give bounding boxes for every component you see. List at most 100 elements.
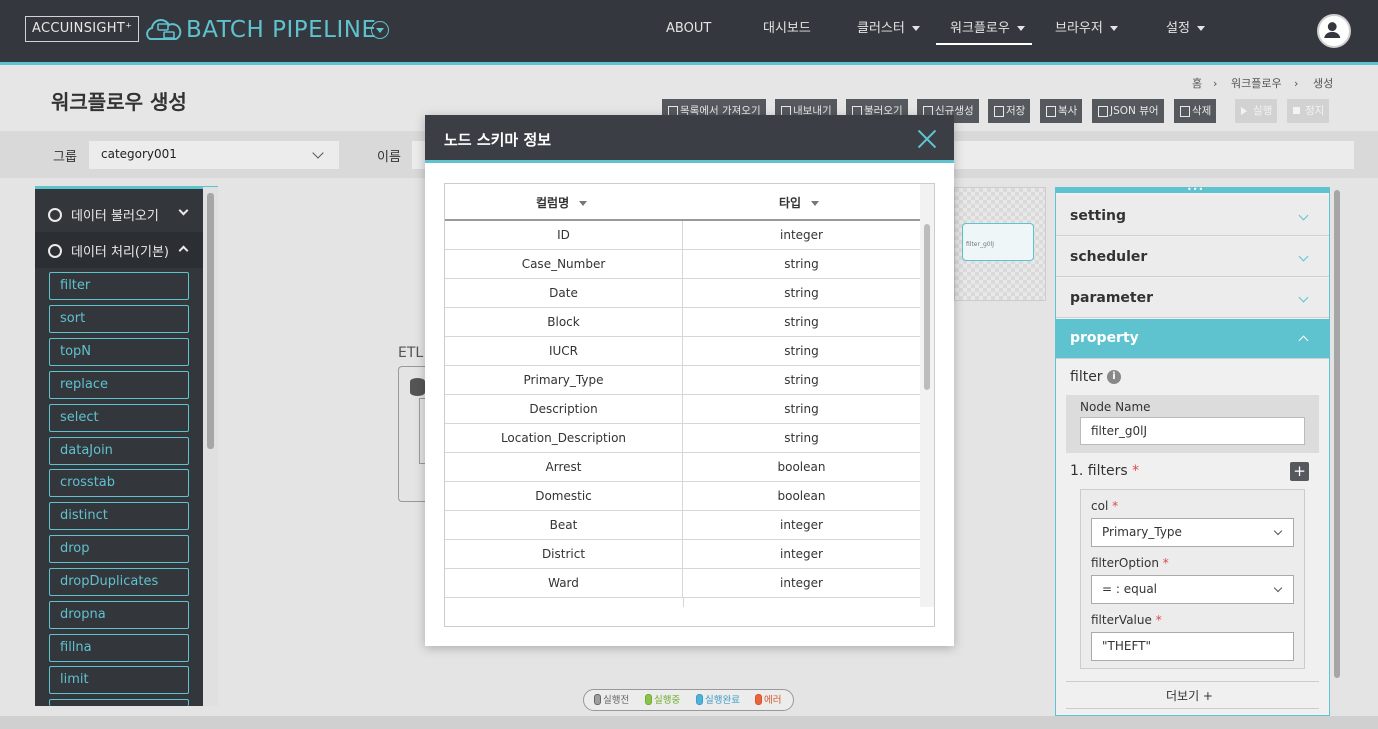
delete-button[interactable]: 삭제 xyxy=(1174,99,1217,123)
app-switch-chevron-icon[interactable] xyxy=(371,21,389,39)
palette-scrollbar-thumb[interactable] xyxy=(207,193,214,449)
column-header-type[interactable]: 타입 xyxy=(779,194,820,211)
palette-section-label: 데이터 처리(기본) xyxy=(71,245,169,260)
column-header-name[interactable]: 컬럼명 xyxy=(536,194,588,211)
palette-item-select[interactable]: select xyxy=(49,404,189,432)
table-row[interactable]: District integer xyxy=(445,540,920,569)
column-header-type-label: 타입 xyxy=(779,196,802,210)
nav-browser[interactable]: 브라우저 xyxy=(1055,20,1118,38)
table-cell-type: string xyxy=(784,344,819,358)
nav-settings[interactable]: 설정 xyxy=(1166,20,1205,38)
table-row[interactable]: Ward integer xyxy=(445,569,920,598)
table-cell-type: string xyxy=(784,402,819,416)
palette-item-limit[interactable]: limit xyxy=(49,666,189,694)
table-cell-type: boolean xyxy=(777,489,826,503)
palette-section-data-load[interactable]: 데이터 불러오기 xyxy=(48,205,159,224)
palette-item-partial[interactable] xyxy=(49,699,189,706)
caret-down-icon xyxy=(911,26,920,31)
json-viewer-button[interactable]: JSON 뷰어 xyxy=(1092,99,1164,123)
table-cell-type: integer xyxy=(780,576,823,590)
info-icon[interactable]: i xyxy=(1107,370,1121,384)
table-cell-column-name: Location_Description xyxy=(445,424,683,453)
table-cell-column-name: Date xyxy=(445,279,683,308)
palette-section-data-process[interactable]: 데이터 처리(기본) xyxy=(48,241,169,260)
close-icon[interactable] xyxy=(917,129,937,149)
nav-about[interactable]: ABOUT xyxy=(666,20,711,38)
table-row[interactable]: Location_Description string xyxy=(445,424,920,453)
add-filter-button[interactable]: + xyxy=(1290,462,1309,481)
user-avatar-icon[interactable] xyxy=(1317,14,1351,48)
palette-item-sort[interactable]: sort xyxy=(49,305,189,333)
column-header-name-label: 컬럼명 xyxy=(536,196,570,210)
pipeline-logo-icon xyxy=(146,19,182,40)
table-row[interactable]: Arrest boolean xyxy=(445,453,920,482)
palette-item-fillna[interactable]: fillna xyxy=(49,634,189,662)
nav-cluster-label: 클러스터 xyxy=(857,21,905,36)
palette-item-replace[interactable]: replace xyxy=(49,371,189,399)
accuinsight-logo[interactable]: ACCUINSIGHT⁺ xyxy=(25,16,140,42)
app-title[interactable]: BATCH PIPELINE xyxy=(186,14,376,46)
table-row[interactable]: Beat integer xyxy=(445,511,920,540)
group-label: 그룹 xyxy=(53,150,77,165)
panel-drag-handle-icon[interactable]: ••• xyxy=(1187,186,1204,194)
table-row[interactable]: Domestic boolean xyxy=(445,482,920,511)
nav-cluster[interactable]: 클러스터 xyxy=(857,20,920,38)
table-row[interactable]: Case_Number string xyxy=(445,250,920,279)
palette-item-topn[interactable]: topN xyxy=(49,338,189,366)
save-button[interactable]: 저장 xyxy=(988,99,1031,123)
table-cell-column-name: Arrest xyxy=(445,453,683,482)
palette-item-distinct[interactable]: distinct xyxy=(49,502,189,530)
legend-ready: 실행전 xyxy=(594,694,629,707)
filters-section-title: 1. filters * xyxy=(1070,463,1139,479)
copy-button[interactable]: 복사 xyxy=(1040,99,1083,123)
sort-caret-icon xyxy=(811,201,820,206)
breadcrumb-home[interactable]: 홈 xyxy=(1192,77,1202,91)
status-dot-icon xyxy=(755,694,762,705)
run-button[interactable]: 실행 xyxy=(1235,99,1278,123)
panel-scrollbar-thumb[interactable] xyxy=(1334,190,1340,678)
table-row[interactable]: IUCR string xyxy=(445,337,920,366)
filter-value-input[interactable]: "THEFT" xyxy=(1091,632,1294,661)
status-dot-icon xyxy=(696,694,703,705)
table-cell-column-name: District xyxy=(445,540,683,569)
table-cell-type: boolean xyxy=(777,460,826,474)
accordion-property-label: property xyxy=(1070,330,1139,346)
filter-option-select[interactable]: = : equal xyxy=(1091,575,1294,604)
table-cell-type: string xyxy=(784,257,819,271)
breadcrumb-separator-icon: › xyxy=(1294,77,1299,90)
table-cell-column-name: Domestic xyxy=(445,482,683,511)
nav-workflow[interactable]: 워크플로우 xyxy=(950,20,1025,38)
required-marker: * xyxy=(1162,556,1169,570)
table-row[interactable]: Block string xyxy=(445,308,920,337)
more-button[interactable]: 더보기 + xyxy=(1166,687,1213,704)
nav-about-label: ABOUT xyxy=(666,21,712,36)
palette-item-crosstab[interactable]: crosstab xyxy=(49,469,189,497)
legend-error-label: 에러 xyxy=(764,695,782,706)
table-row[interactable]: Date string xyxy=(445,279,920,308)
palette-accent-line xyxy=(35,186,218,189)
table-cell-column-name: Primary_Type xyxy=(445,366,683,395)
filter-value-label-text: filterValue xyxy=(1091,613,1152,627)
nav-dashboard[interactable]: 대시보드 xyxy=(763,20,811,38)
palette-item-drop[interactable]: drop xyxy=(49,535,189,563)
filter-option-label-text: filterOption xyxy=(1091,556,1159,570)
table-row[interactable]: ID integer xyxy=(445,221,920,250)
stop-button[interactable]: 정지 xyxy=(1287,99,1330,123)
palette-item-datajoin[interactable]: dataJoin xyxy=(49,437,189,465)
table-scrollbar-thumb[interactable] xyxy=(924,224,930,390)
palette-item-dropduplicates[interactable]: dropDuplicates xyxy=(49,568,189,596)
group-select-value: category001 xyxy=(101,147,177,161)
required-marker: * xyxy=(1155,613,1162,627)
palette-item-filter[interactable]: filter xyxy=(49,272,189,300)
name-label: 이름 xyxy=(377,150,401,165)
required-marker: * xyxy=(1132,463,1140,479)
breadcrumb-separator-icon: › xyxy=(1213,77,1218,90)
palette-item-dropna[interactable]: dropna xyxy=(49,601,189,629)
table-row[interactable]: Description string xyxy=(445,395,920,424)
breadcrumb-workflow[interactable]: 워크플로우 xyxy=(1231,77,1282,91)
node-name-input[interactable]: filter_g0lJ xyxy=(1080,417,1305,445)
table-row[interactable]: Primary_Type string xyxy=(445,366,920,395)
table-cell-column-name: Description xyxy=(445,395,683,424)
col-select[interactable]: Primary_Type xyxy=(1091,518,1294,547)
accordion-scheduler-label: scheduler xyxy=(1070,249,1148,265)
